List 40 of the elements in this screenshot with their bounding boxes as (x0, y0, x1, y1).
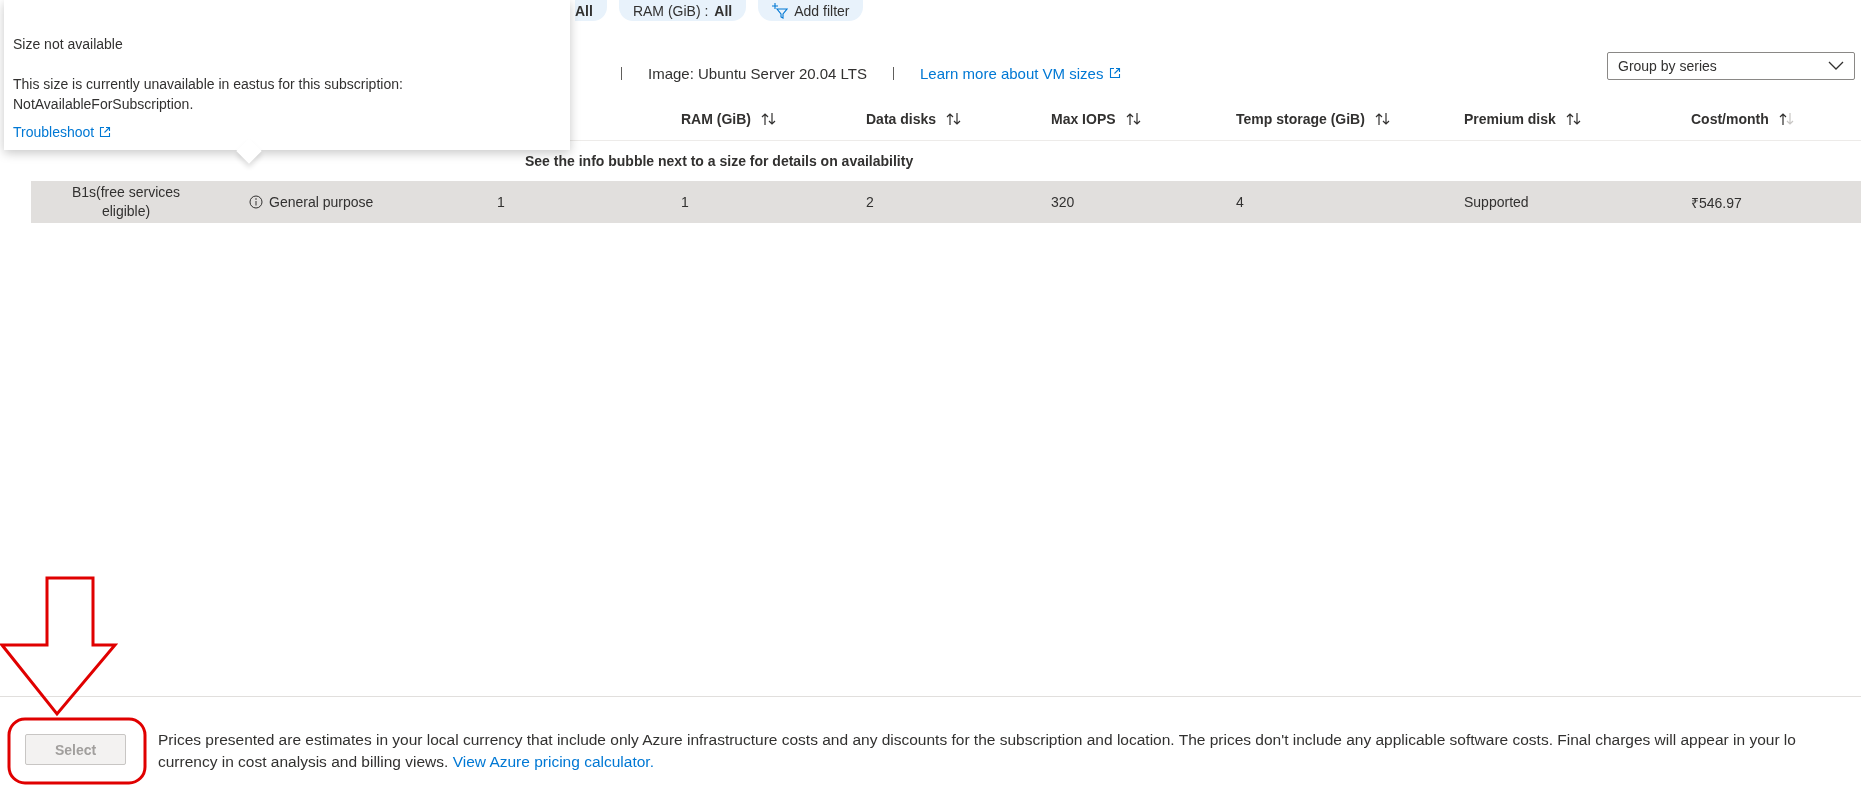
size-name: B1s(free services eligible) (70, 183, 182, 221)
pricing-notice: currency in cost analysis and billing views. (158, 753, 450, 770)
group-header: See the info bubble next to a size for details on availability (525, 153, 914, 169)
sort-icon[interactable] (946, 111, 963, 127)
troubleshoot-link[interactable]: Troubleshoot (13, 124, 112, 140)
column-header[interactable]: Max IOPS (1051, 111, 1142, 127)
sort-icon[interactable] (1374, 111, 1391, 127)
image-label: Image: Ubuntu Server 20.04 LTS (648, 64, 867, 82)
sort-icon[interactable] (1565, 111, 1582, 127)
column-header[interactable]: Data disks (866, 111, 963, 127)
table-cell: 320 (1051, 194, 1075, 210)
filter-pill[interactable]: RAM (GiB) : All (618, 0, 747, 21)
table-cell: 1 (497, 194, 505, 210)
chevron-down-icon (1828, 61, 1844, 71)
sort-icon[interactable] (761, 111, 777, 127)
table-row[interactable]: B1s(free services eligible) General purpose 1 1 2 320 4 Supported ₹546.97 (31, 181, 1861, 223)
table-cell: 4 (1236, 194, 1244, 210)
sort-icon[interactable] (1778, 111, 1795, 127)
info-icon[interactable] (249, 195, 263, 209)
learn-more-link[interactable]: Learn more about VM sizes (920, 64, 1122, 82)
tooltip-message: This size is currently unavailable in eastus for this subscription: NotAvailableForSubscription. (13, 75, 404, 114)
sort-icon[interactable] (1125, 111, 1142, 127)
filter-pill[interactable]: All (575, 0, 607, 21)
table-cell: 2 (866, 194, 874, 210)
table-cell: Supported (1464, 194, 1529, 210)
tooltip-title: Size not available (13, 36, 124, 52)
table-cell: ₹546.97 (1691, 194, 1742, 211)
external-link-icon (1109, 67, 1122, 79)
column-header[interactable]: Premium disk (1464, 111, 1582, 127)
external-link-icon (99, 126, 112, 138)
column-header[interactable]: Cost/month (1691, 111, 1795, 127)
column-header[interactable]: Temp storage (GiB) (1236, 111, 1391, 127)
table-cell: 1 (681, 194, 689, 210)
group-by-dropdown[interactable]: Group by series (1607, 52, 1855, 80)
pricing-calculator-link[interactable]: View Azure pricing calculator. (452, 753, 654, 770)
column-header[interactable]: RAM (GiB) (681, 111, 777, 127)
add-filter-button[interactable]: Add filter (758, 0, 864, 21)
table-cell: General purpose (269, 194, 374, 210)
pricing-notice: Prices presented are estimates in your local currency that include only Azure infrastructure costs and any discounts for the subscription and location. The prices don't include any applicable software costs. Final charges will appear in your lo (158, 731, 1796, 749)
filter-add-icon (772, 2, 789, 19)
